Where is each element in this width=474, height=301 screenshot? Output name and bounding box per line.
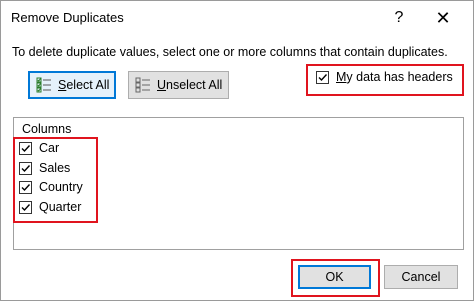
column-checkbox[interactable] (19, 201, 32, 214)
close-icon: ✕ (435, 7, 451, 28)
instruction-text: To delete duplicate values, select one o… (12, 45, 448, 59)
select-all-label: Select All (58, 78, 110, 92)
column-label: Quarter (39, 200, 82, 214)
column-checkbox[interactable] (19, 181, 32, 194)
column-label: Sales (39, 161, 71, 175)
checkmark-icon (21, 184, 31, 192)
column-checkbox[interactable] (19, 162, 32, 175)
select-all-icon (36, 77, 51, 93)
help-icon: ? (394, 9, 404, 26)
column-label: Car (39, 141, 60, 155)
select-all-button[interactable]: Select All (28, 71, 116, 99)
checkmark-icon (21, 145, 31, 153)
remove-duplicates-dialog: Remove Duplicates ? ✕ To delete duplicat… (0, 0, 474, 301)
unselect-all-icon (135, 77, 150, 93)
dialog-title: Remove Duplicates (11, 10, 124, 25)
cancel-button[interactable]: Cancel (384, 265, 458, 289)
unselect-all-button[interactable]: Unselect All (128, 71, 229, 99)
help-button[interactable]: ? (379, 3, 419, 33)
title-bar: Remove Duplicates ? ✕ (1, 1, 473, 35)
close-button[interactable]: ✕ (423, 3, 463, 33)
my-data-has-headers-checkbox[interactable] (316, 71, 329, 84)
checkmark-icon (21, 165, 31, 173)
checkmark-icon (318, 74, 328, 82)
columns-header: Columns (22, 122, 72, 136)
my-data-has-headers-label[interactable]: My data has headers (336, 70, 453, 84)
checkmark-icon (21, 204, 31, 212)
column-checkbox[interactable] (19, 142, 32, 155)
column-label: Country (39, 180, 83, 194)
ok-button[interactable]: OK (298, 265, 371, 289)
unselect-all-label: Unselect All (157, 78, 223, 92)
